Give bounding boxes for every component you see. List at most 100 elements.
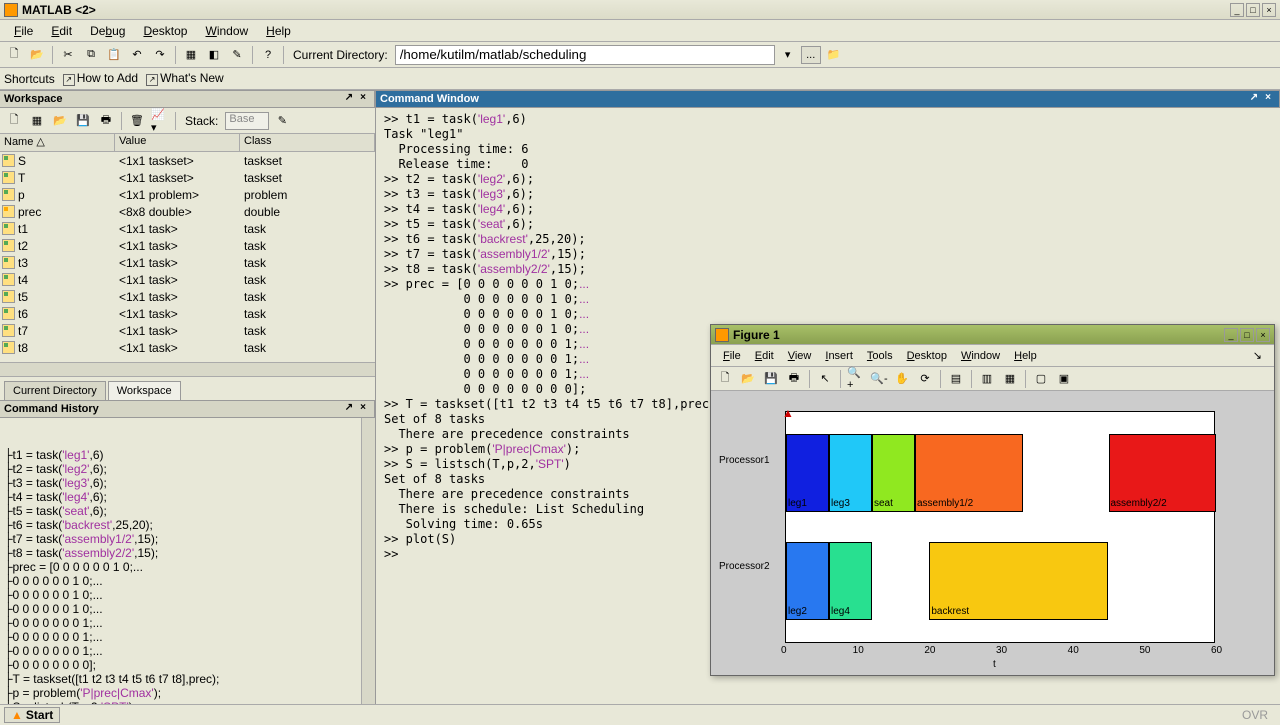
workspace-row[interactable]: t6<1x1 task>task	[0, 305, 375, 322]
shortcuts-link[interactable]: Shortcuts	[4, 72, 55, 86]
fig-menu-file[interactable]: File	[717, 348, 747, 364]
close-panel-icon[interactable]: ×	[1261, 92, 1275, 106]
colorbar-icon[interactable]: ▥	[977, 369, 997, 389]
paste-icon[interactable]: 📋	[104, 45, 124, 65]
workspace-row[interactable]: p<1x1 problem>problem	[0, 186, 375, 203]
stack-combo[interactable]: Base	[225, 112, 269, 130]
hide-tools-icon[interactable]: ▢	[1031, 369, 1051, 389]
undock-icon[interactable]: ↗	[342, 402, 356, 416]
cut-icon[interactable]: ✂	[58, 45, 78, 65]
current-dir-input[interactable]	[395, 45, 775, 65]
pointer-icon[interactable]: ↖	[815, 369, 835, 389]
rotate-icon[interactable]: ⟳	[915, 369, 935, 389]
whatsnew-link[interactable]: What's New	[160, 71, 224, 85]
tab-current-directory[interactable]: Current Directory	[4, 381, 106, 400]
fig-menu-help[interactable]: Help	[1008, 348, 1043, 364]
guide-icon[interactable]: ◧	[204, 45, 224, 65]
import-icon[interactable]: 📂	[50, 111, 70, 131]
howto-link[interactable]: How to Add	[77, 71, 138, 85]
menu-edit[interactable]: Edit	[43, 22, 80, 40]
fig-menu-tools[interactable]: Tools	[861, 348, 899, 364]
workspace-row[interactable]: t8<1x1 task>task	[0, 339, 375, 356]
workspace-tabs: Current Directory Workspace	[0, 376, 375, 400]
browse-dir-icon[interactable]: ...	[801, 46, 821, 64]
close-panel-icon[interactable]: ×	[356, 402, 370, 416]
undo-icon[interactable]: ↶	[127, 45, 147, 65]
whatsnew-icon: ↗	[146, 74, 158, 86]
plot-icon[interactable]: 📈▾	[150, 111, 170, 131]
var-name: t1	[18, 222, 28, 236]
maximize-icon[interactable]: □	[1240, 328, 1254, 342]
print-icon[interactable]: 🖶	[96, 111, 116, 131]
workspace-scroll[interactable]	[0, 362, 375, 376]
workspace-row[interactable]: t2<1x1 task>task	[0, 237, 375, 254]
simulink-icon[interactable]: ▦	[181, 45, 201, 65]
workspace-row[interactable]: T<1x1 taskset>taskset	[0, 169, 375, 186]
minimize-icon[interactable]: _	[1224, 328, 1238, 342]
copy-icon[interactable]: ⧉	[81, 45, 101, 65]
fig-menu-window[interactable]: Window	[955, 348, 1006, 364]
menu-debug[interactable]: Debug	[82, 22, 133, 40]
new-file-icon[interactable]: 🗋	[4, 45, 24, 65]
col-name[interactable]: Name △	[0, 134, 115, 151]
workspace-row[interactable]: t4<1x1 task>task	[0, 271, 375, 288]
print-fig-icon[interactable]: 🖶	[784, 369, 804, 389]
datacursor-icon[interactable]: ▤	[946, 369, 966, 389]
history-scrollbar[interactable]	[361, 418, 375, 704]
fig-menu-desktop[interactable]: Desktop	[901, 348, 953, 364]
profiler-icon[interactable]: ✎	[227, 45, 247, 65]
save-fig-icon[interactable]: 💾	[761, 369, 781, 389]
new-var-icon[interactable]: 🗋	[4, 111, 24, 131]
maximize-icon[interactable]: □	[1246, 3, 1260, 17]
pan-icon[interactable]: ✋	[892, 369, 912, 389]
open-file-icon[interactable]: 📂	[27, 45, 47, 65]
tab-workspace[interactable]: Workspace	[108, 381, 181, 400]
history-title: Command History ↗ ×	[0, 400, 375, 418]
start-button[interactable]: ▲Start	[4, 707, 60, 723]
save-icon[interactable]: 💾	[73, 111, 93, 131]
up-dir-icon[interactable]: 📁	[824, 45, 844, 65]
workspace-row[interactable]: S<1x1 taskset>taskset	[0, 152, 375, 169]
open-var-icon[interactable]: ▦	[27, 111, 47, 131]
workspace-row[interactable]: t3<1x1 task>task	[0, 254, 375, 271]
undock-icon[interactable]: ↗	[1247, 92, 1261, 106]
menu-desktop[interactable]: Desktop	[135, 22, 195, 40]
workspace-row[interactable]: t7<1x1 task>task	[0, 322, 375, 339]
matlab-icon	[715, 328, 729, 342]
zoom-in-icon[interactable]: 🔍+	[846, 369, 866, 389]
main-toolbar: 🗋 📂 ✂ ⧉ 📋 ↶ ↷ ▦ ◧ ✎ ? Current Directory:…	[0, 42, 1280, 68]
gantt-label: leg2	[788, 606, 807, 617]
dir-dropdown-icon[interactable]: ▾	[778, 45, 798, 65]
help-icon[interactable]: ?	[258, 45, 278, 65]
minimize-icon[interactable]: _	[1230, 3, 1244, 17]
fig-menu-view[interactable]: View	[782, 348, 818, 364]
fig-menu-edit[interactable]: Edit	[749, 348, 780, 364]
fig-menu-insert[interactable]: Insert	[819, 348, 859, 364]
fig-menu-chevron-icon[interactable]: ↘	[1247, 347, 1268, 364]
redo-icon[interactable]: ↷	[150, 45, 170, 65]
open-fig-icon[interactable]: 📂	[738, 369, 758, 389]
menu-window[interactable]: Window	[197, 22, 256, 40]
col-class[interactable]: Class	[240, 134, 375, 151]
new-fig-icon[interactable]: 🗋	[715, 369, 735, 389]
zoom-out-icon[interactable]: 🔍-	[869, 369, 889, 389]
stack-edit-icon[interactable]: ✎	[272, 111, 292, 131]
var-class: task	[240, 222, 375, 236]
history-body[interactable]: ├t1 = task('leg1',6)├t2 = task('leg2',6)…	[0, 418, 375, 704]
menu-file[interactable]: File	[6, 22, 41, 40]
cmdwin-title: Command Window ↗ ×	[376, 90, 1280, 108]
legend-icon[interactable]: ▦	[1000, 369, 1020, 389]
close-icon[interactable]: ×	[1262, 3, 1276, 17]
var-icon	[2, 256, 15, 269]
workspace-row[interactable]: prec<8x8 double>double	[0, 203, 375, 220]
delete-icon[interactable]: 🗑	[127, 111, 147, 131]
xaxis-tick: 20	[924, 645, 935, 656]
menu-help[interactable]: Help	[258, 22, 299, 40]
workspace-row[interactable]: t1<1x1 task>task	[0, 220, 375, 237]
close-panel-icon[interactable]: ×	[356, 92, 370, 106]
workspace-row[interactable]: t5<1x1 task>task	[0, 288, 375, 305]
close-icon[interactable]: ×	[1256, 328, 1270, 342]
col-value[interactable]: Value	[115, 134, 240, 151]
undock-icon[interactable]: ↗	[342, 92, 356, 106]
show-tools-icon[interactable]: ▣	[1054, 369, 1074, 389]
